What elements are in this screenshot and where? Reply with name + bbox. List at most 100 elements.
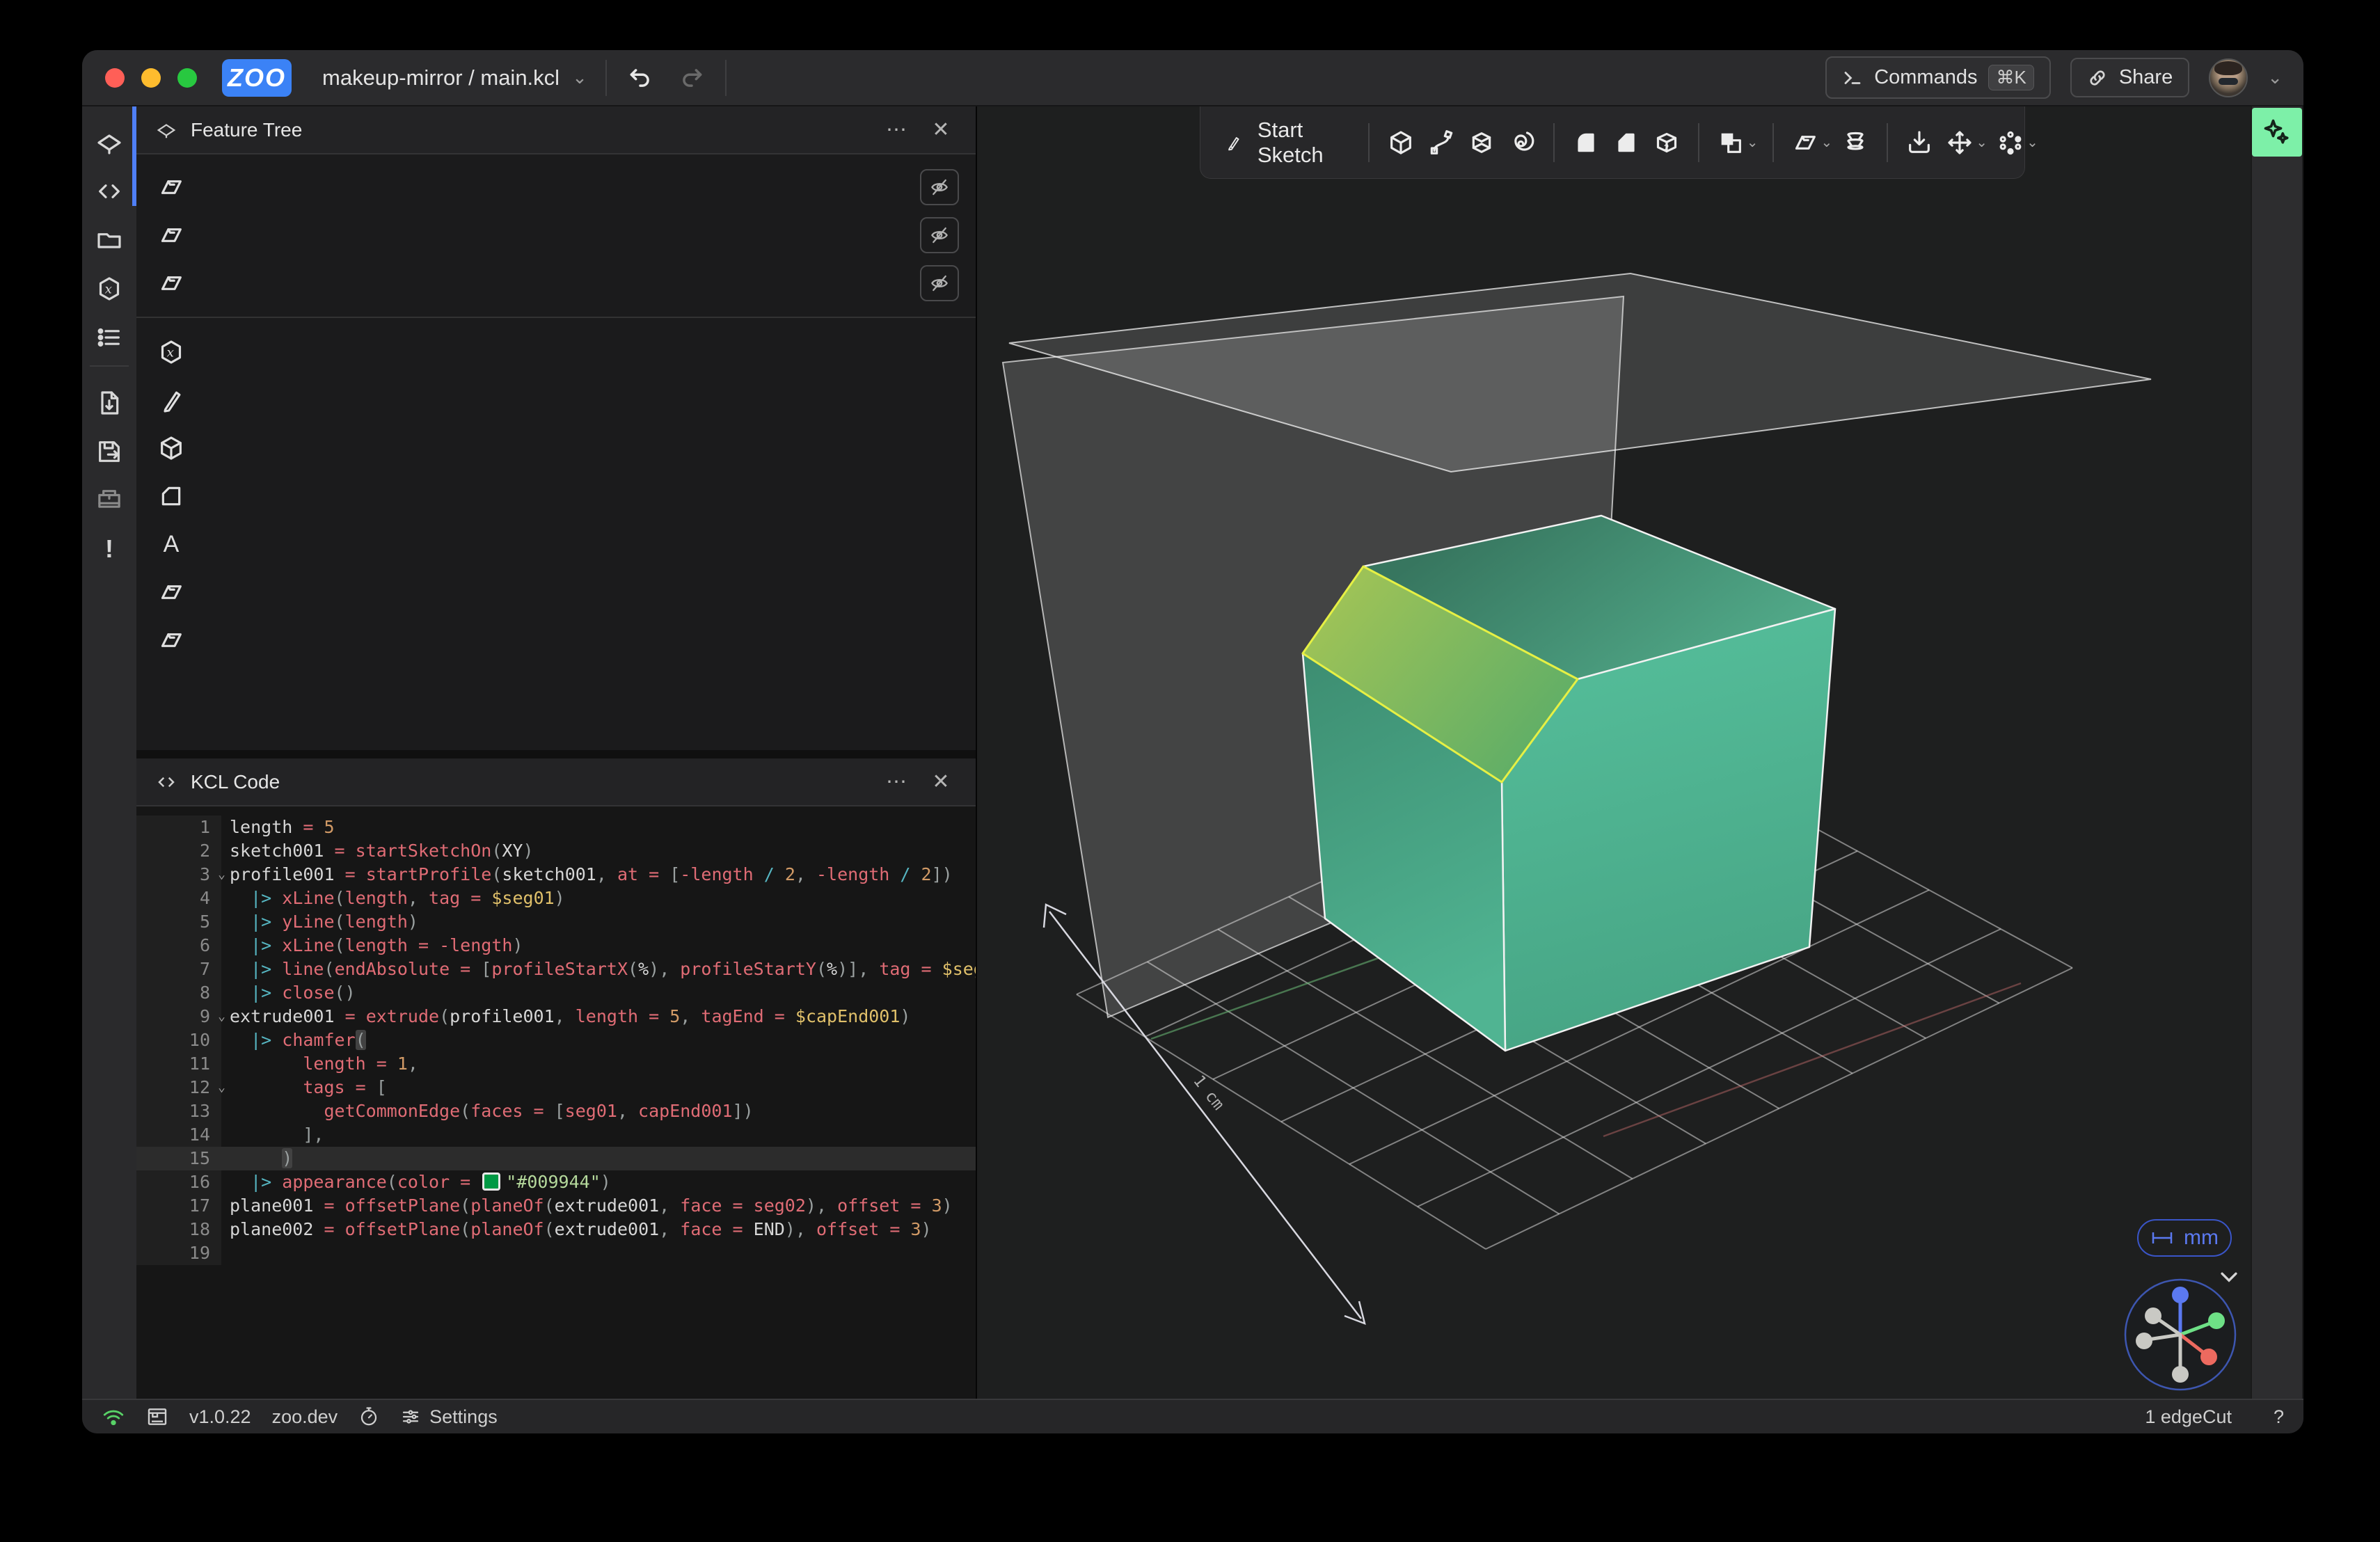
gizmo-neg-axis[interactable]: [2145, 1307, 2161, 1324]
code-line-14[interactable]: 14 ],: [136, 1123, 976, 1147]
code-line-6[interactable]: 6 |> xLine(length = -length): [136, 934, 976, 957]
commands-button[interactable]: Commands ⌘K: [1825, 56, 2051, 99]
plane-button[interactable]: [1785, 122, 1825, 163]
timer-button[interactable]: [358, 1406, 379, 1427]
zoo-dev-link[interactable]: zoo.dev: [272, 1406, 338, 1428]
extrude-button[interactable]: [1381, 122, 1421, 163]
chamfer-solid-button[interactable]: [1606, 122, 1647, 163]
chevron-down-icon[interactable]: ⌄: [1747, 134, 1759, 151]
user-avatar[interactable]: [2209, 58, 2248, 97]
fold-chevron-icon[interactable]: ⌄: [218, 1005, 225, 1028]
code-line-16[interactable]: 16 |> appearance(color = "#009944"): [136, 1170, 976, 1194]
toggle-visibility-button[interactable]: [920, 169, 959, 205]
gizmo-z-axis[interactable]: [2172, 1287, 2189, 1303]
revolve-button[interactable]: [1502, 122, 1542, 163]
start-sketch-button[interactable]: Start Sketch: [1224, 118, 1351, 168]
kcl-code-editor[interactable]: 1length = 52sketch001 = startSketchOn(XY…: [136, 806, 976, 1399]
zoom-window-button[interactable]: [177, 68, 197, 88]
settings-button[interactable]: Settings: [400, 1406, 498, 1428]
close-window-button[interactable]: [105, 68, 125, 88]
sidebar-item-report-issue[interactable]: !: [90, 528, 129, 570]
gizmo-y-axis[interactable]: [2208, 1312, 2225, 1329]
code-line-11[interactable]: 11 length = 1,: [136, 1052, 976, 1076]
sidebar-item-project-files[interactable]: [90, 219, 129, 261]
boolean-button[interactable]: [1711, 122, 1751, 163]
sidebar-item-feature-tree[interactable]: [90, 122, 129, 164]
user-menu-chevron-icon[interactable]: ⌄: [2267, 67, 2283, 88]
kcl-close-button[interactable]: ✕: [926, 770, 956, 794]
extrude-001-solid[interactable]: [1303, 516, 1835, 1051]
code-line-13[interactable]: 13 getCommonEdge(faces = [seg01, capEnd0…: [136, 1099, 976, 1123]
loft-button[interactable]: [1461, 122, 1502, 163]
feature-row-extrude[interactable]: [136, 424, 976, 472]
undo-button[interactable]: [625, 63, 656, 93]
pattern-button[interactable]: [1990, 122, 2031, 163]
chevron-down-icon[interactable]: ⌄: [1821, 134, 1833, 151]
sidebar-item-kcl-code[interactable]: [90, 170, 129, 212]
machine-status-button[interactable]: [146, 1406, 168, 1428]
insert-button[interactable]: [1899, 122, 1939, 163]
toggle-visibility-button[interactable]: [920, 217, 959, 253]
code-line-17[interactable]: 17plane001 = offsetPlane(planeOf(extrude…: [136, 1194, 976, 1218]
status-bar: v1.0.22 zoo.dev Settings 1 edgeCut ?: [82, 1399, 2303, 1433]
feature-tree-panel: Feature Tree ⋯ ✕ x A: [136, 106, 976, 750]
helix-button[interactable]: [1835, 122, 1875, 163]
fillet-button[interactable]: [1566, 122, 1606, 163]
share-button[interactable]: Share: [2070, 58, 2189, 97]
gizmo-x-axis[interactable]: [2200, 1349, 2217, 1365]
feature-tree-close-button[interactable]: ✕: [926, 118, 956, 142]
code-line-10[interactable]: 10 |> chamfer(: [136, 1028, 976, 1052]
code-line-2[interactable]: 2sketch001 = startSketchOn(XY): [136, 839, 976, 863]
code-line-15[interactable]: 15 ): [136, 1147, 976, 1170]
unit-badge[interactable]: mm: [2137, 1219, 2232, 1257]
feature-row-default-plane[interactable]: [136, 211, 976, 259]
code-line-7[interactable]: 7 |> line(endAbsolute = [profileStartX(%…: [136, 957, 976, 981]
stopwatch-icon: [358, 1406, 379, 1427]
feature-row-parameter[interactable]: x: [136, 328, 976, 376]
code-line-1[interactable]: 1length = 5: [136, 816, 976, 839]
unit-label: mm: [2184, 1226, 2219, 1250]
toggle-visibility-button[interactable]: [920, 265, 959, 301]
feature-row-appearance[interactable]: A: [136, 520, 976, 568]
chevron-down-icon[interactable]: ⌄: [2026, 134, 2038, 151]
redo-button[interactable]: [676, 63, 707, 93]
transform-button[interactable]: [1939, 122, 1980, 163]
chevron-down-icon[interactable]: ⌄: [1976, 134, 1988, 151]
code-line-9[interactable]: 9⌄extrude001 = extrude(profile001, lengt…: [136, 1005, 976, 1028]
sidebar-item-logs[interactable]: [90, 317, 129, 358]
project-title[interactable]: makeup-mirror / main.kcl ⌄: [322, 65, 587, 90]
viewport-3d[interactable]: 1 cm Start Sketch 2⌄⌄⌄⌄: [977, 106, 2251, 1399]
network-status-button[interactable]: [102, 1406, 125, 1427]
kcl-menu-button[interactable]: ⋯: [881, 770, 912, 794]
feature-row-sketch[interactable]: [136, 376, 976, 424]
commands-label: Commands: [1874, 66, 1977, 89]
text-to-cad-button[interactable]: [2252, 108, 2302, 157]
gizmo-neg-axis[interactable]: [2172, 1366, 2189, 1383]
minimize-window-button[interactable]: [141, 68, 161, 88]
code-line-12[interactable]: 12⌄ tags = [: [136, 1076, 976, 1099]
code-line-18[interactable]: 18plane002 = offsetPlane(planeOf(extrude…: [136, 1218, 976, 1241]
code-line-5[interactable]: 5 |> yLine(length): [136, 910, 976, 934]
help-button[interactable]: ?: [2274, 1406, 2284, 1428]
sidebar-item-export[interactable]: [90, 382, 129, 424]
sidebar-item-save[interactable]: [90, 431, 129, 472]
code-line-3[interactable]: 3⌄profile001 = startProfile(sketch001, a…: [136, 863, 976, 887]
feature-row-offset-plane[interactable]: [136, 568, 976, 616]
feature-row-default-plane[interactable]: [136, 163, 976, 211]
sweep-button[interactable]: [1421, 122, 1461, 163]
gizmo-neg-axis[interactable]: [2136, 1333, 2152, 1349]
orientation-gizmo[interactable]: [2123, 1277, 2238, 1392]
code-line-8[interactable]: 8 |> close(): [136, 981, 976, 1005]
shell-button[interactable]: 2: [1647, 122, 1687, 163]
feature-tree-menu-button[interactable]: ⋯: [881, 118, 912, 142]
fold-chevron-icon[interactable]: ⌄: [218, 863, 225, 887]
code-line-19[interactable]: 19: [136, 1241, 976, 1265]
feature-row-offset-plane[interactable]: [136, 616, 976, 664]
feature-row-default-plane[interactable]: [136, 259, 976, 307]
code-text: |> appearance(color = "#009944"): [221, 1170, 611, 1194]
code-line-4[interactable]: 4 |> xLine(length, tag = $seg01): [136, 887, 976, 910]
fold-chevron-icon[interactable]: ⌄: [218, 1076, 225, 1099]
sidebar-item-variables[interactable]: x: [90, 268, 129, 310]
sidebar-item-machines[interactable]: [90, 479, 129, 521]
feature-row-chamfer[interactable]: [136, 472, 976, 520]
